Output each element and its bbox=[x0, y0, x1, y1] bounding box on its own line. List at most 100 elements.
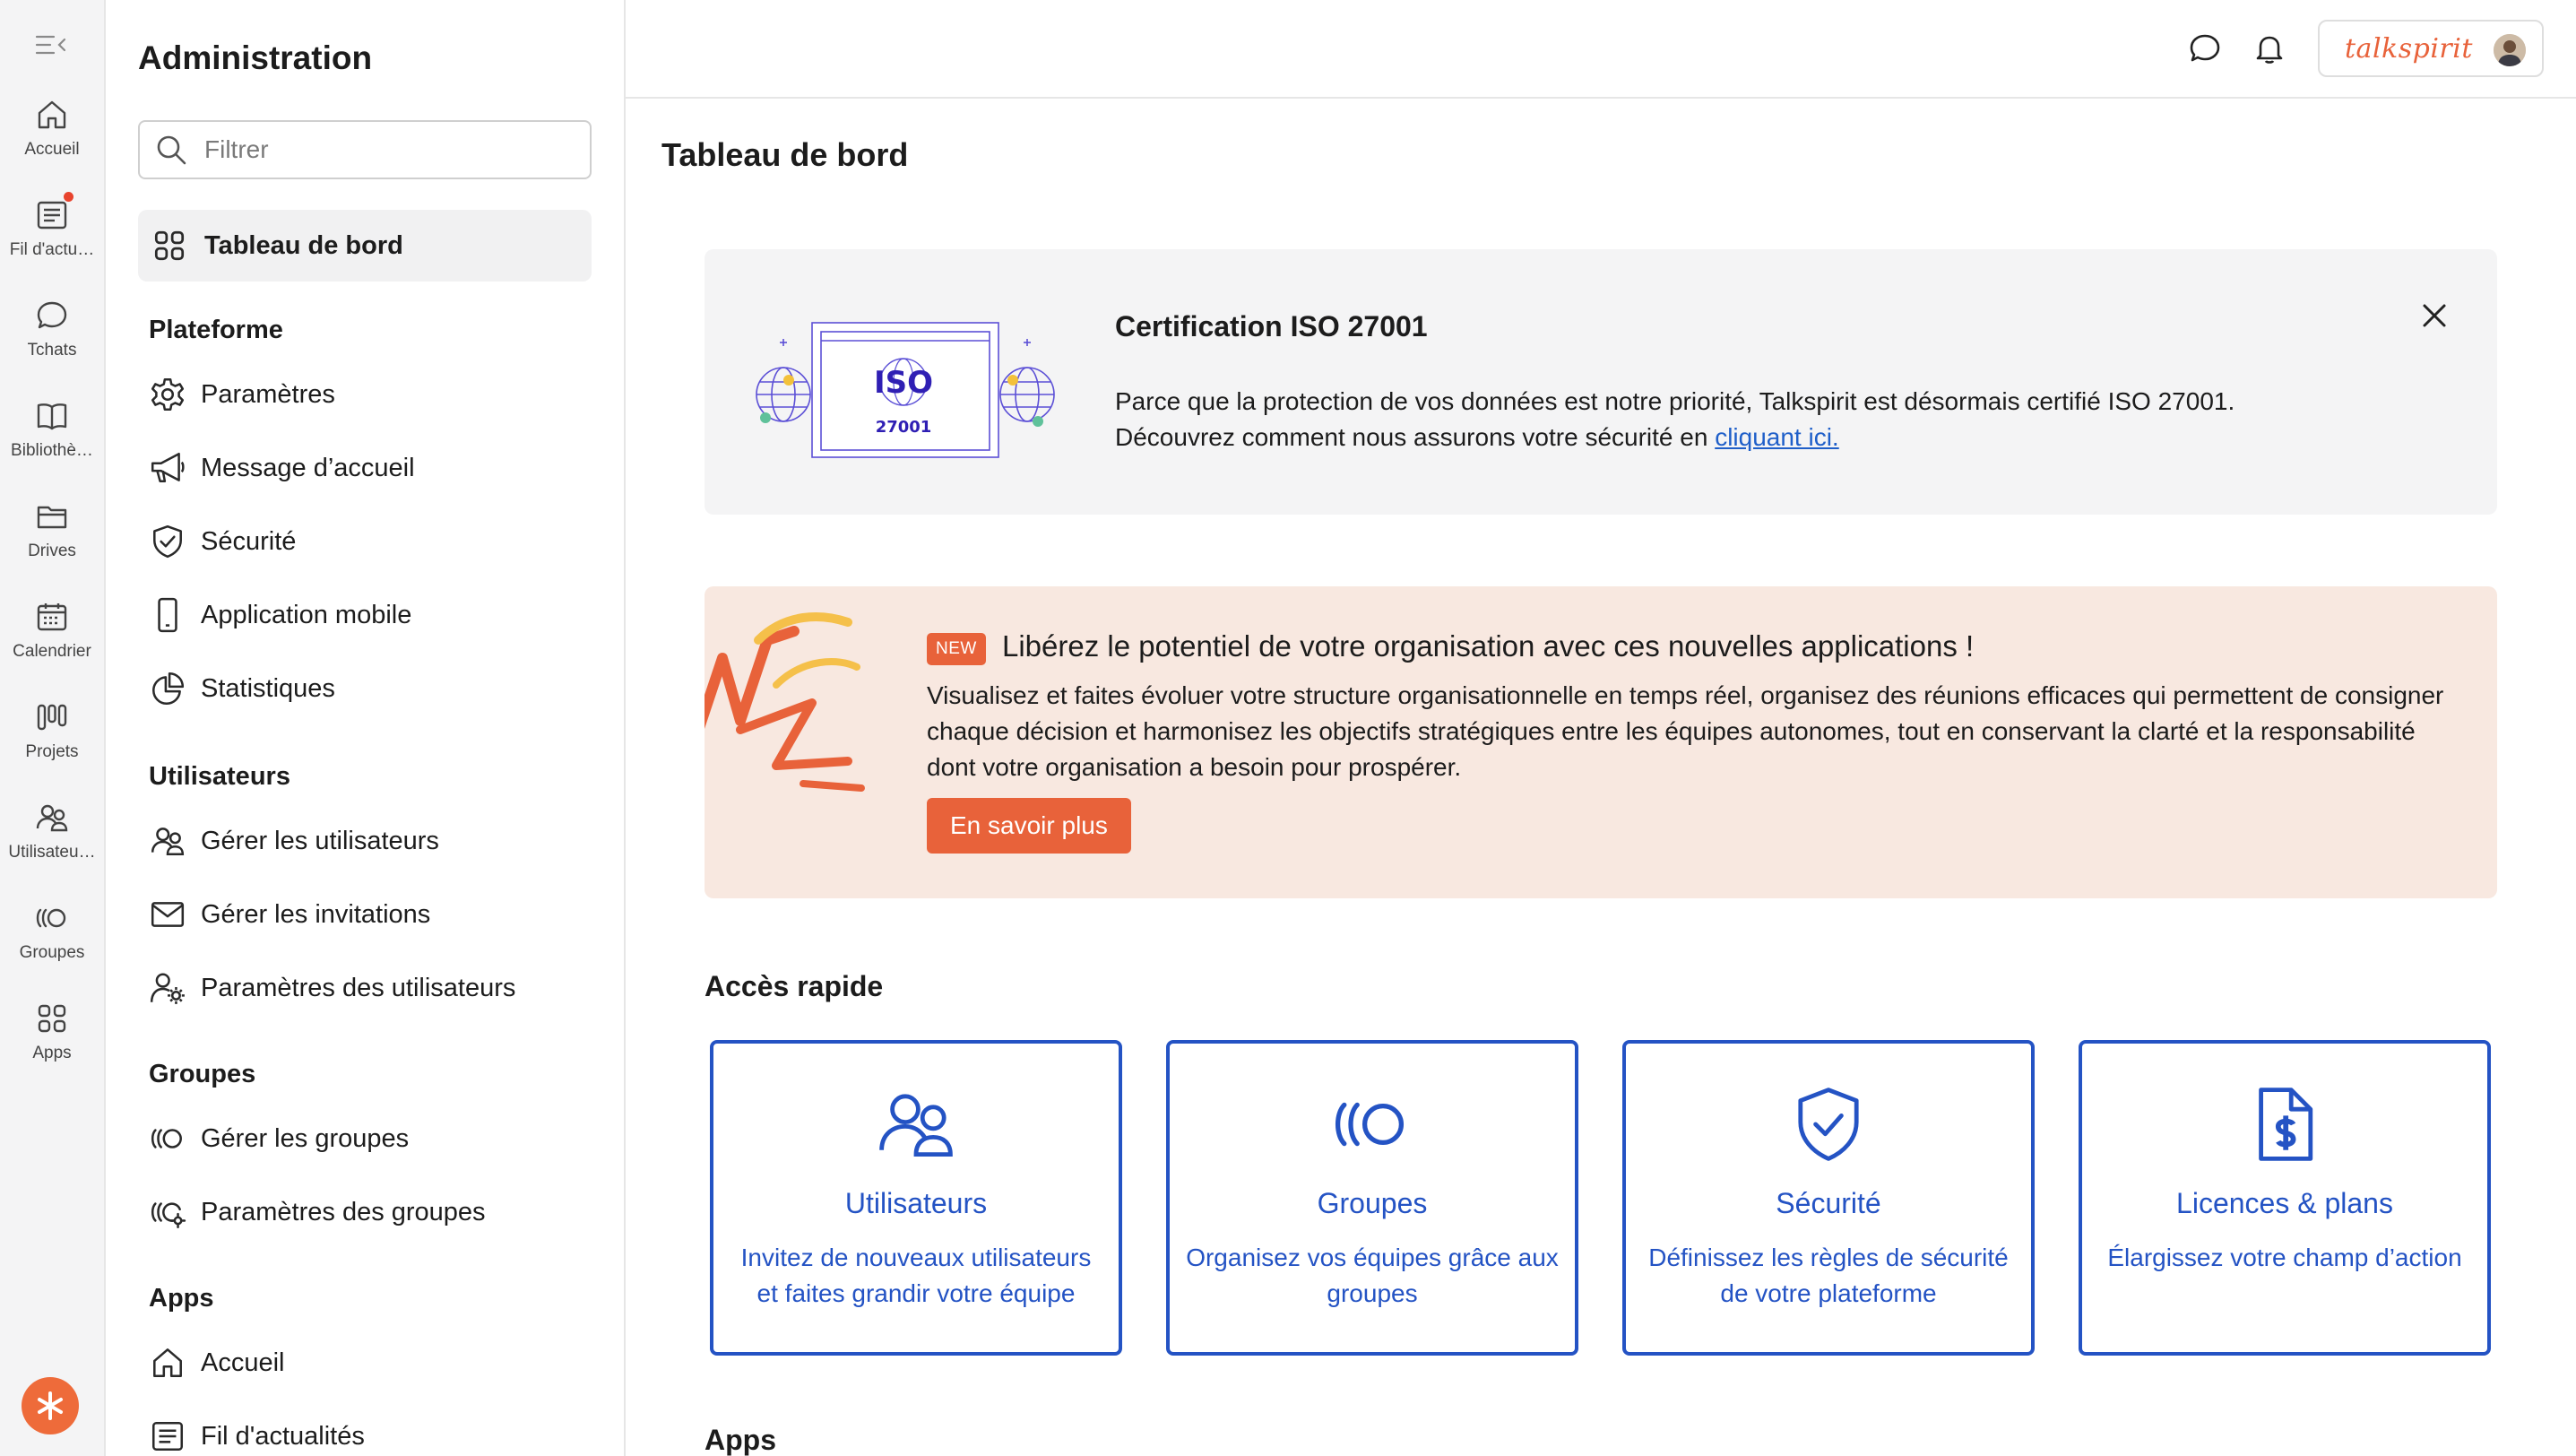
card-title: Licences & plans bbox=[2176, 1187, 2393, 1219]
rail-item-utilisateurs[interactable]: Utilisateu… bbox=[0, 800, 104, 886]
promo-description: Visualisez et faites évoluer votre struc… bbox=[927, 681, 2444, 781]
top-bar: talkspirit bbox=[626, 0, 2576, 99]
apps-section-title: Apps bbox=[705, 1424, 776, 1456]
news-feed-icon bbox=[149, 1417, 186, 1455]
users-icon bbox=[149, 822, 186, 860]
sidebar-item-gerer-invitations[interactable]: Gérer les invitations bbox=[149, 888, 592, 941]
rail-item-tchats[interactable]: Tchats bbox=[0, 298, 104, 384]
sidebar-item-accueil[interactable]: Accueil bbox=[149, 1336, 592, 1390]
sidebar-item-label: Tableau de bord bbox=[204, 230, 403, 260]
home-icon bbox=[149, 1344, 186, 1382]
quick-access-card-utilisateurs[interactable]: Utilisateurs Invitez de nouveaux utilisa… bbox=[710, 1040, 1122, 1356]
sidebar-item-tableau-de-bord[interactable]: Tableau de bord bbox=[138, 210, 592, 282]
calendar-icon bbox=[34, 599, 70, 635]
iso-banner: ISO 27001 Certification ISO 27001 Parce … bbox=[705, 249, 2497, 515]
projects-icon bbox=[34, 699, 70, 735]
promo-title: Libérez le potentiel de votre organisati… bbox=[1002, 629, 1975, 663]
sidebar-item-label: Sécurité bbox=[201, 526, 297, 556]
sidebar-item-application-mobile[interactable]: Application mobile bbox=[149, 588, 592, 642]
sidebar-item-parametres-utilisateurs[interactable]: Paramètres des utilisateurs bbox=[149, 961, 592, 1015]
group-settings-icon bbox=[149, 1193, 186, 1231]
rail-item-accueil[interactable]: Accueil bbox=[0, 97, 104, 183]
card-title: Utilisateurs bbox=[844, 1187, 988, 1219]
iso-line-2: Découvrez comment nous assurons votre sé… bbox=[1115, 420, 2235, 455]
rail-label: Utilisateu… bbox=[8, 843, 96, 862]
quick-access-card-groupes[interactable]: Groupes Organisez vos équipes grâce aux … bbox=[1166, 1040, 1578, 1356]
search-icon bbox=[154, 133, 188, 167]
quick-access-card-securite[interactable]: Sécurité Définissez les règles de sécuri… bbox=[1622, 1040, 2035, 1356]
iso-art-title: ISO bbox=[874, 365, 933, 401]
sidebar-item-gerer-utilisateurs[interactable]: Gérer les utilisateurs bbox=[149, 814, 592, 868]
sidebar-title: Administration bbox=[138, 39, 373, 76]
sidebar-item-statistiques[interactable]: Statistiques bbox=[149, 662, 592, 715]
rail-item-calendrier[interactable]: Calendrier bbox=[0, 599, 104, 685]
card-description: Invitez de nouveaux utilisateurs et fait… bbox=[740, 1244, 1092, 1307]
sidebar-item-parametres-groupes[interactable]: Paramètres des groupes bbox=[149, 1185, 592, 1239]
sidebar-item-gerer-groupes[interactable]: Gérer les groupes bbox=[149, 1112, 592, 1166]
iso-line-1: Parce que la protection de vos données e… bbox=[1115, 387, 2235, 415]
groups-icon bbox=[34, 900, 70, 936]
sidebar-item-label: Statistiques bbox=[201, 673, 335, 703]
mail-icon bbox=[149, 896, 186, 933]
dollar-document-icon bbox=[2242, 1081, 2328, 1167]
card-title: Groupes bbox=[1317, 1187, 1428, 1219]
sidebar-item-label: Paramètres bbox=[201, 379, 335, 409]
sidebar-item-label: Fil d'actualités bbox=[201, 1421, 365, 1451]
sidebar-item-securite[interactable]: Sécurité bbox=[149, 515, 592, 568]
iso-learn-more-link[interactable]: cliquant ici. bbox=[1715, 423, 1839, 451]
page-title: Tableau de bord bbox=[661, 136, 909, 173]
section-heading-utilisateurs: Utilisateurs bbox=[149, 762, 290, 791]
rail-item-projets[interactable]: Projets bbox=[0, 699, 104, 785]
apps-icon bbox=[34, 1001, 70, 1036]
rail-label: Bibliothè… bbox=[11, 441, 93, 460]
rail-label: Groupes bbox=[19, 943, 85, 962]
groups-icon bbox=[1329, 1081, 1415, 1167]
rail-item-bibliotheque[interactable]: Bibliothè… bbox=[0, 398, 104, 484]
rail-label: Fil d'actu… bbox=[9, 240, 95, 259]
rail-item-groupes[interactable]: Groupes bbox=[0, 900, 104, 986]
sidebar-item-label: Paramètres des groupes bbox=[201, 1197, 486, 1226]
shield-check-icon bbox=[1785, 1081, 1871, 1167]
users-icon bbox=[873, 1081, 959, 1167]
collapse-menu-icon[interactable] bbox=[34, 30, 70, 59]
section-heading-apps: Apps bbox=[149, 1284, 214, 1313]
sidebar-item-label: Gérer les groupes bbox=[201, 1123, 410, 1153]
sidebar-item-message-accueil[interactable]: Message d’accueil bbox=[149, 441, 592, 495]
section-heading-groupes: Groupes bbox=[149, 1060, 256, 1088]
brand-name: talkspirit bbox=[2345, 32, 2473, 65]
iso-description: Parce que la protection de vos données e… bbox=[1115, 384, 2235, 455]
sidebar-item-parametres[interactable]: Paramètres bbox=[149, 368, 592, 421]
admin-sidebar: Administration Tableau de bord Plateform… bbox=[106, 0, 626, 1456]
rail-item-fil-actualites[interactable]: Fil d'actu… bbox=[0, 192, 104, 283]
pie-chart-icon bbox=[149, 670, 186, 707]
sidebar-item-label: Paramètres des utilisateurs bbox=[201, 973, 516, 1002]
iso-certification-illustration: ISO 27001 bbox=[753, 308, 1058, 459]
avatar bbox=[2494, 34, 2526, 66]
card-title: Sécurité bbox=[1776, 1187, 1881, 1219]
close-icon[interactable] bbox=[2416, 298, 2452, 334]
sidebar-item-fil-actualites[interactable]: Fil d'actualités bbox=[149, 1409, 592, 1456]
left-rail: Accueil Fil d'actu… Tchats Bibliothè… Dr… bbox=[0, 0, 106, 1456]
notification-dot bbox=[64, 192, 73, 202]
quick-access-card-licences[interactable]: Licences & plans Élargissez votre champ … bbox=[2079, 1040, 2491, 1356]
rail-item-drives[interactable]: Drives bbox=[0, 498, 104, 585]
iso-art-number: 27001 bbox=[876, 418, 932, 437]
talkspirit-logo-icon[interactable] bbox=[22, 1377, 79, 1434]
rail-label: Drives bbox=[28, 542, 76, 560]
filter-field[interactable] bbox=[138, 120, 592, 179]
new-apps-banner: NEW Libérez le potentiel de votre organi… bbox=[705, 586, 2497, 898]
iso-title: Certification ISO 27001 bbox=[1115, 310, 1428, 342]
megaphone-icon bbox=[149, 449, 186, 487]
rail-label: Calendrier bbox=[13, 642, 91, 661]
chat-icon[interactable] bbox=[2187, 30, 2223, 66]
bell-icon[interactable] bbox=[2252, 30, 2287, 66]
news-feed-icon bbox=[34, 192, 73, 233]
rail-item-apps[interactable]: Apps bbox=[0, 1001, 104, 1087]
account-switcher[interactable]: talkspirit bbox=[2318, 20, 2544, 77]
folder-icon bbox=[34, 498, 70, 534]
sidebar-item-label: Accueil bbox=[201, 1348, 285, 1377]
rail-label: Accueil bbox=[24, 140, 80, 159]
filter-input[interactable] bbox=[204, 135, 563, 164]
user-settings-icon bbox=[149, 969, 186, 1007]
learn-more-button[interactable]: En savoir plus bbox=[927, 798, 1131, 854]
